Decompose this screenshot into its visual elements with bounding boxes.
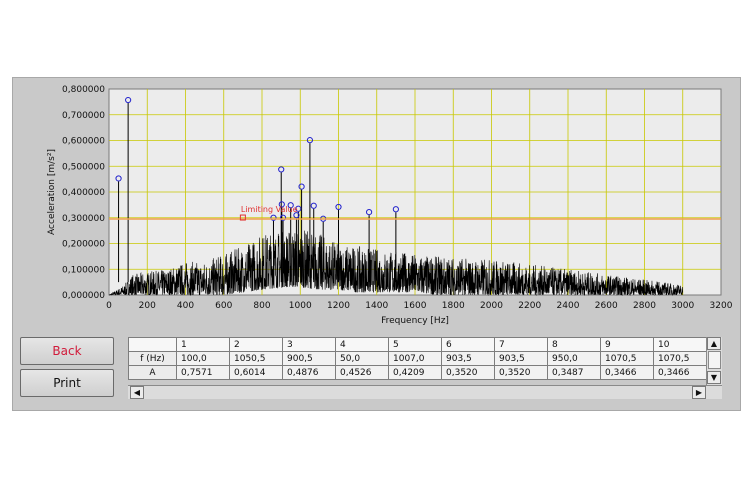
table-cell: 903,5: [441, 351, 495, 366]
x-axis-label: Frequency [Hz]: [381, 316, 449, 326]
table-cell: 903,5: [494, 351, 548, 366]
scroll-up-icon[interactable]: ▲: [707, 337, 721, 350]
horizontal-scrollbar[interactable]: ◀ ▶: [128, 385, 722, 399]
column-header-8: 8: [547, 337, 601, 352]
table-cell: 0,3466: [600, 365, 654, 380]
x-tick-label: 2200: [518, 301, 541, 311]
vertical-scroll-thumb[interactable]: [708, 351, 721, 369]
y-tick-label: 0,400000: [62, 188, 105, 198]
vertical-scrollbar[interactable]: ▲ ▼: [706, 337, 722, 385]
x-tick-label: 800: [253, 301, 270, 311]
table-cell: 0,3487: [547, 365, 601, 380]
table-cell: 0,6014: [229, 365, 283, 380]
spectrum-chart: 0 200 400 600 800 1000 1200 1400 1600 1800 2000 220…: [47, 85, 733, 326]
column-header-3: 3: [282, 337, 336, 352]
results-table-control: 1 2 3 4 5 6 7 8 9 10 f (Hz) 100,0 1050,5 900,5 50,0 100…: [128, 337, 722, 401]
x-tick-label: 0: [106, 301, 112, 311]
table-cell: 900,5: [282, 351, 336, 366]
scroll-left-icon[interactable]: ◀: [130, 386, 144, 399]
y-tick-label: 0,800000: [62, 85, 105, 95]
row-label: A: [128, 365, 177, 380]
x-tick-label: 3200: [710, 301, 733, 311]
x-tick-label: 2000: [480, 301, 503, 311]
table-cell: 100,0: [176, 351, 230, 366]
y-tick-label: 0,500000: [62, 162, 105, 172]
column-header-5: 5: [388, 337, 442, 352]
y-tick-label: 0,600000: [62, 137, 105, 147]
x-tick-label: 1800: [442, 301, 465, 311]
column-header-1: 1: [176, 337, 230, 352]
row-label: f (Hz): [128, 351, 177, 366]
x-tick-label: 1400: [365, 301, 388, 311]
x-tick-label: 200: [139, 301, 156, 311]
table-cell: 0,4876: [282, 365, 336, 380]
column-header-4: 4: [335, 337, 389, 352]
table-cell: 1007,0: [388, 351, 442, 366]
table-row: f (Hz) 100,0 1050,5 900,5 50,0 1007,0 903,5 903…: [128, 351, 707, 366]
y-tick-label: 0,200000: [62, 240, 105, 250]
table-cell: 1070,5: [600, 351, 654, 366]
y-tick-label: 0,300000: [62, 214, 105, 224]
x-tick-label: 2400: [557, 301, 580, 311]
table-corner-cell: [128, 337, 177, 352]
table-cell: 1070,5: [653, 351, 707, 366]
back-button[interactable]: Back: [20, 337, 114, 365]
table-cell: 50,0: [335, 351, 389, 366]
table-cell: 0,4209: [388, 365, 442, 380]
column-header-10: 10: [653, 337, 707, 352]
print-button[interactable]: Print: [20, 369, 114, 397]
table-row: A 0,7571 0,6014 0,4876 0,4526 0,4209 0,3520 0,3…: [128, 365, 707, 380]
table-cell: 0,7571: [176, 365, 230, 380]
limiting-value-label: Limiting Value: [241, 205, 298, 214]
table-cell: 950,0: [547, 351, 601, 366]
table-cell: 0,3520: [494, 365, 548, 380]
x-tick-label: 3000: [671, 301, 694, 311]
y-tick-label: 0,700000: [62, 111, 105, 121]
scroll-right-icon[interactable]: ▶: [692, 386, 706, 399]
x-tick-label: 1600: [404, 301, 427, 311]
table-cell: 0,3466: [653, 365, 707, 380]
x-tick-label: 2800: [633, 301, 656, 311]
table-cell: 1050,5: [229, 351, 283, 366]
y-axis-label: Acceleration [m/s²]: [47, 149, 57, 235]
scroll-down-icon[interactable]: ▼: [707, 371, 721, 384]
table-header-row: 1 2 3 4 5 6 7 8 9 10: [128, 337, 707, 352]
x-tick-label: 600: [215, 301, 232, 311]
x-tick-label: 1000: [289, 301, 312, 311]
y-tick-label: 0,100000: [62, 265, 105, 275]
column-header-2: 2: [229, 337, 283, 352]
results-table: 1 2 3 4 5 6 7 8 9 10 f (Hz) 100,0 1050,5 900,5 50,0 100…: [128, 337, 707, 380]
column-header-9: 9: [600, 337, 654, 352]
table-cell: 0,4526: [335, 365, 389, 380]
column-header-7: 7: [494, 337, 548, 352]
x-tick-label: 1200: [327, 301, 350, 311]
table-cell: 0,3520: [441, 365, 495, 380]
y-tick-label: 0,000000: [62, 291, 105, 301]
x-tick-label: 400: [177, 301, 194, 311]
x-tick-label: 2600: [595, 301, 618, 311]
column-header-6: 6: [441, 337, 495, 352]
